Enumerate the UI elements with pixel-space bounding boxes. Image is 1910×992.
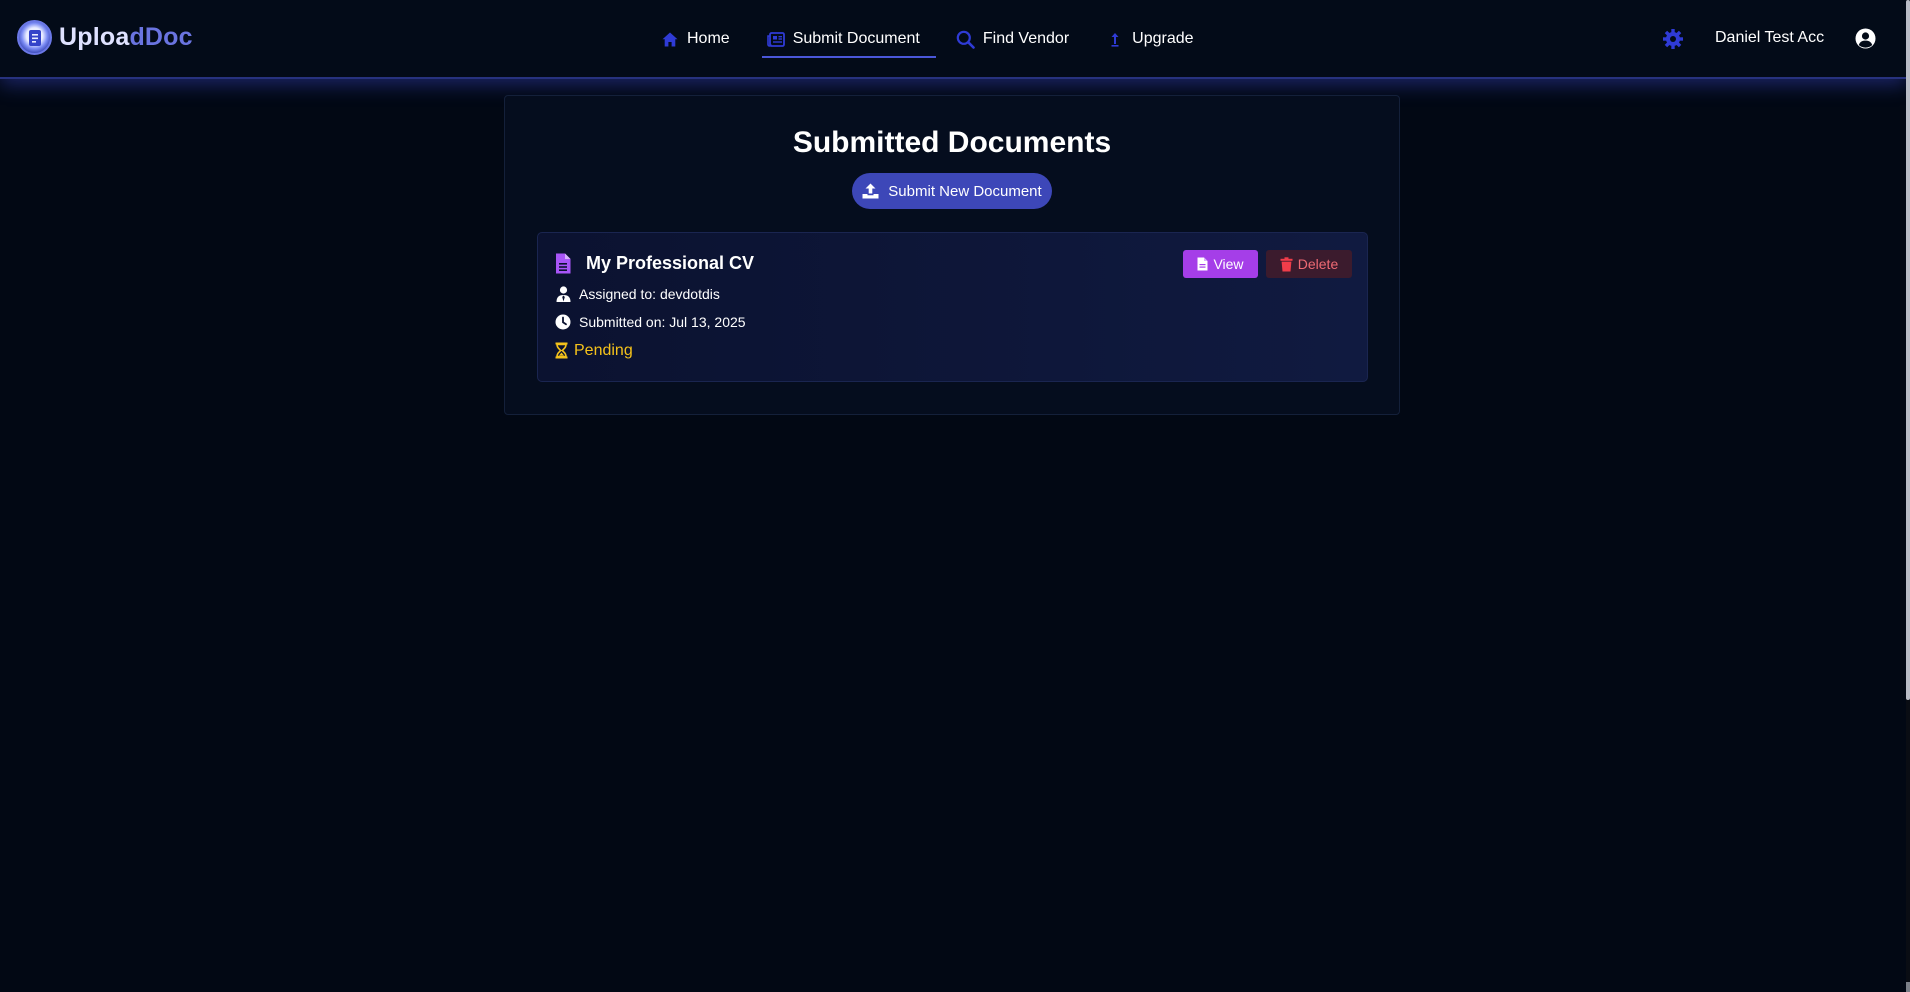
upload-icon [862,183,879,199]
nav-submit-document[interactable]: Submit Document [761,0,937,78]
search-icon [956,29,976,49]
nav-find-vendor-label: Find Vendor [982,30,1070,47]
file-icon [555,253,573,275]
hourglass-icon [555,342,569,360]
nav-home[interactable]: Home [656,0,746,78]
delete-button[interactable]: Delete [1266,250,1352,278]
clock-icon [555,314,571,330]
file-icon [1197,257,1208,271]
documents-panel: Submitted Documents Submit New Document [504,95,1400,415]
submitted-on-text: Submitted on: Jul 13, 2025 [579,314,746,330]
arrow-up-icon [1105,29,1125,49]
user-tie-icon [555,286,571,302]
submit-new-document-label: Submit New Document [888,182,1042,200]
nav-submit-document-label: Submit Document [792,30,920,47]
nav-upgrade-label: Upgrade [1132,30,1194,47]
page-scrollbar[interactable] [1906,0,1910,992]
gear-icon[interactable] [1662,28,1684,50]
brand-name-part1: Uploa [59,23,130,51]
brand-name: UploadDoc [59,23,193,52]
document-title: My Professional CV [586,253,755,273]
page: UploadDoc Home Submit Document Find Vend… [0,0,1910,992]
home-icon [660,29,680,49]
view-button-label: View [1213,256,1244,272]
scroll-down-arrow[interactable] [1906,982,1910,992]
status-text: Pending [574,342,633,359]
user-name[interactable]: Daniel Test Acc [1715,29,1824,47]
nav-upgrade[interactable]: Upgrade [1101,0,1209,78]
assigned-row: Assigned to: devdotdis [555,286,720,302]
nav-find-vendor[interactable]: Find Vendor [952,0,1085,78]
view-button[interactable]: View [1183,250,1258,278]
status-badge: Pending [555,342,633,360]
page-title: Submitted Documents [792,126,1112,159]
nav-home-label: Home [687,30,730,47]
submit-new-document-button[interactable]: Submit New Document [852,173,1052,209]
submitted-row: Submitted on: Jul 13, 2025 [555,314,746,330]
document-card: My Professional CV Assigned to: devdotdi… [537,232,1368,382]
trash-icon [1280,256,1293,272]
delete-button-label: Delete [1297,256,1339,272]
brand-name-part2: dDoc [129,23,193,51]
document-logo-icon [17,20,52,55]
newspaper-icon [766,29,786,49]
top-navbar: UploadDoc Home Submit Document Find Vend… [0,0,1906,79]
user-circle-icon[interactable] [1855,28,1877,50]
assigned-to-text: Assigned to: devdotdis [579,286,720,302]
brand-link[interactable]: UploadDoc [17,20,193,55]
scrollbar-thumb[interactable] [1906,0,1910,700]
main-nav: Home Submit Document Find Vendor Upgrade [648,0,1218,79]
